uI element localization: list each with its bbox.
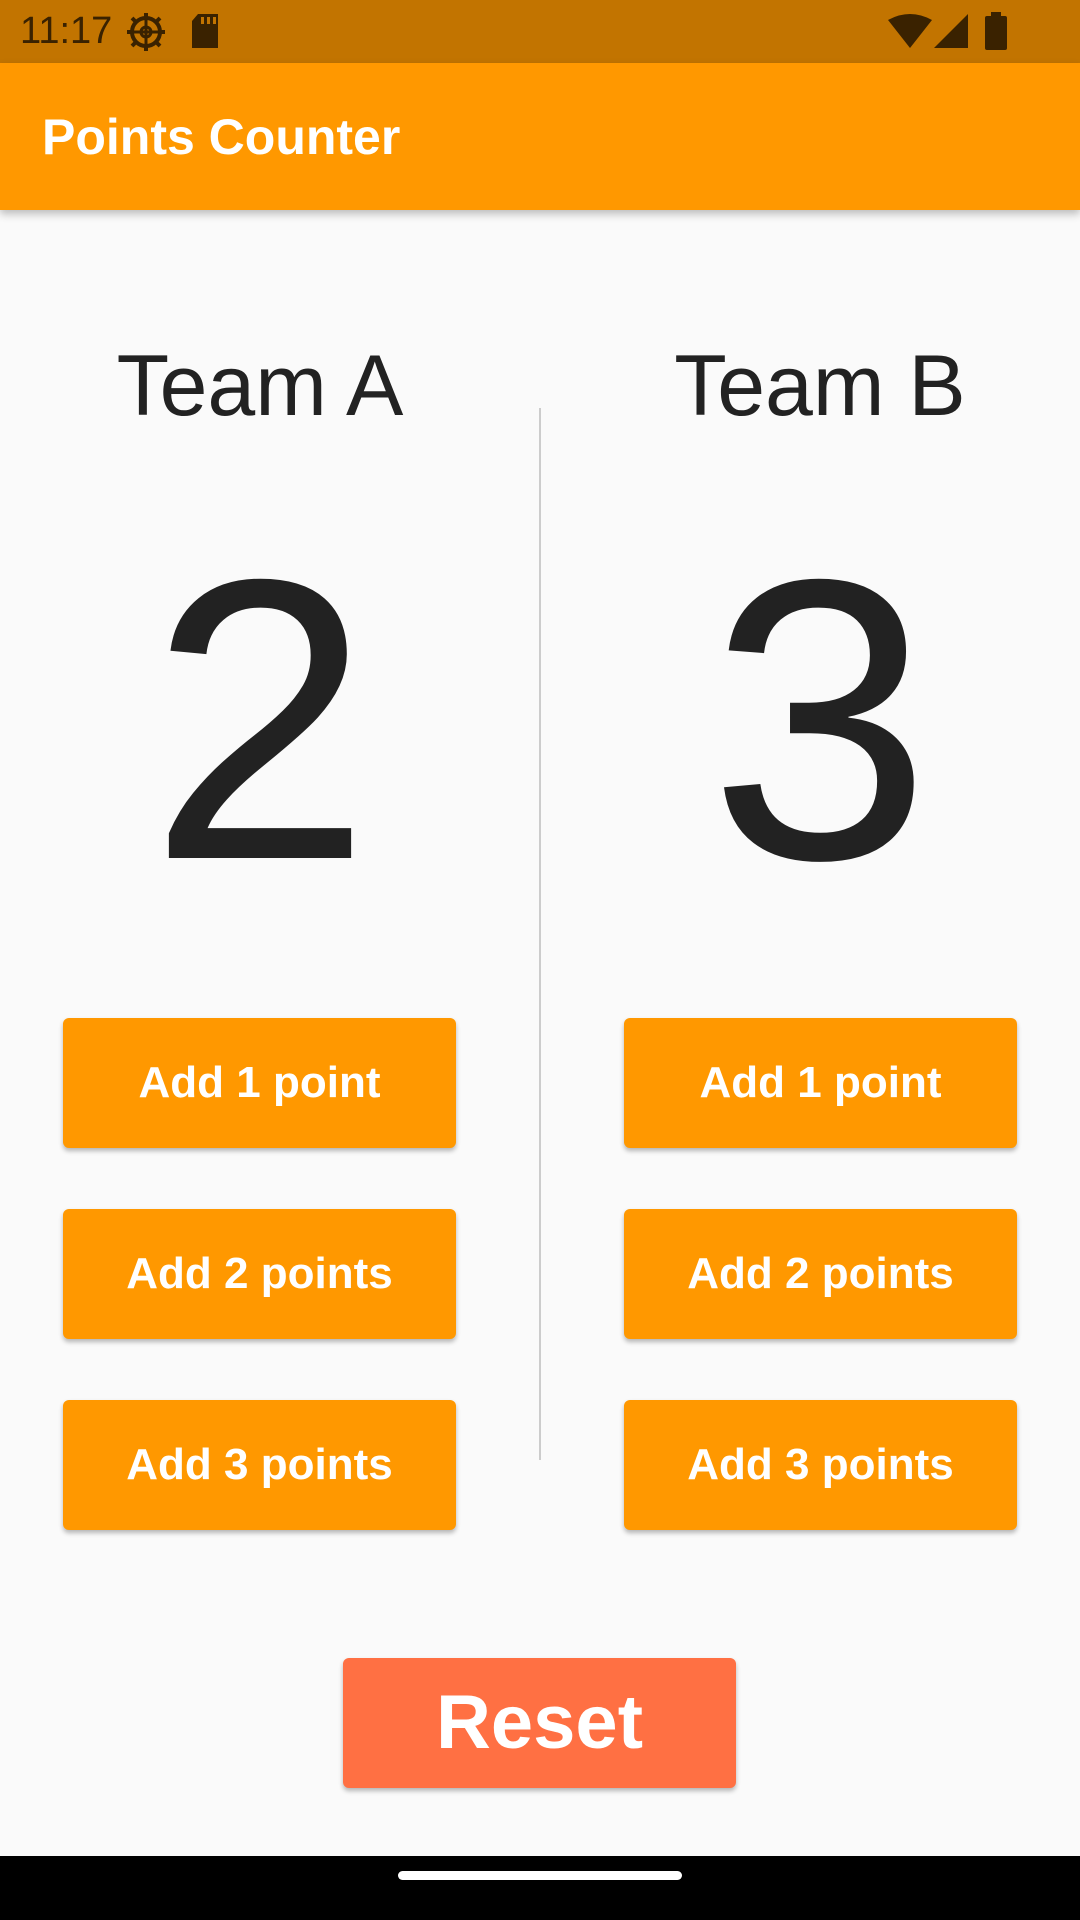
- sd-card-icon: [192, 14, 218, 48]
- reset-button[interactable]: Reset: [343, 1658, 736, 1788]
- team-b-add-2-button[interactable]: Add 2 points: [624, 1209, 1017, 1339]
- home-gesture-handle[interactable]: [398, 1871, 682, 1880]
- vertical-divider: [539, 408, 541, 1460]
- cell-signal-icon: [934, 14, 968, 48]
- team-b-score: 3: [708, 496, 932, 943]
- team-b-add-1-button[interactable]: Add 1 point: [624, 1018, 1017, 1148]
- team-b-name: Team B: [674, 338, 966, 434]
- team-a-score: 2: [148, 496, 372, 943]
- battery-icon: [985, 12, 1007, 50]
- status-time: 11:17: [20, 10, 113, 52]
- gear-icon: [127, 13, 165, 51]
- status-bar: 11:17: [0, 0, 1080, 63]
- team-a-add-2-button[interactable]: Add 2 points: [63, 1209, 456, 1339]
- app-bar: Points Counter: [0, 63, 1080, 210]
- wifi-icon: [888, 14, 932, 48]
- team-b-add-3-button[interactable]: Add 3 points: [624, 1400, 1017, 1530]
- team-a-add-3-button[interactable]: Add 3 points: [63, 1400, 456, 1530]
- team-a-name: Team A: [116, 338, 404, 434]
- navigation-bar: [0, 1856, 1080, 1920]
- app-title: Points Counter: [42, 109, 401, 165]
- team-a-add-1-button[interactable]: Add 1 point: [63, 1018, 456, 1148]
